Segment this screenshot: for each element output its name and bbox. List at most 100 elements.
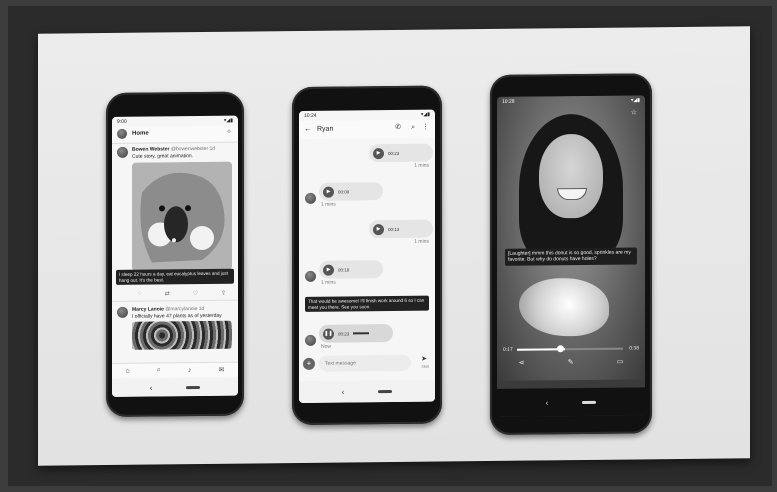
tweet-author: Marcy Lanoie @marcylanoie 1d	[132, 306, 204, 313]
koala-illustration[interactable]	[132, 161, 232, 271]
contact-avatar[interactable]	[305, 192, 316, 204]
search-tab-icon[interactable]: ⌕	[157, 366, 161, 374]
plants-photo[interactable]	[132, 320, 232, 350]
phone1-nav-bar: ‹	[112, 377, 238, 397]
tweet-avatar[interactable]	[117, 146, 128, 158]
phone1-screen: 9:00 ▾◢▮ Home ✧ Bowen Webster @bowenwebs…	[112, 115, 238, 397]
phone1-status-time: 9:00	[117, 118, 127, 125]
tweet-author-name: Marcy Lanoie	[132, 306, 164, 313]
send-icon[interactable]: ➤	[421, 356, 427, 363]
compose-bar: + Text message ➤ SMS	[303, 354, 431, 373]
phone2-status-time: 10:24	[304, 112, 317, 119]
message-meta: 1 mins	[321, 201, 336, 208]
delete-icon[interactable]: ▭	[617, 358, 624, 372]
phone3-signal-icon: ▾◢▮	[630, 97, 640, 104]
tweet-author-handle: @bowenwebster	[170, 145, 209, 153]
favorite-star-icon[interactable]: ☆	[631, 109, 637, 116]
phone2-signal-icon: ▾◢▮	[420, 111, 430, 118]
live-caption: [Laughter] mmm this donut is so good, sp…	[505, 247, 637, 266]
phone3-screen: 10:28 ▾◢▮ ☆ [Laughter] mmm this donut is…	[497, 95, 645, 417]
tweet-text: Cute story, great animation.	[132, 153, 194, 160]
back-icon[interactable]: ‹	[342, 387, 345, 396]
tweet-divider	[112, 299, 238, 302]
reply-icon[interactable]: ◌	[138, 291, 142, 298]
woman-face	[539, 133, 603, 219]
pause-icon[interactable]: ❚❚	[323, 328, 334, 340]
koala-drawing	[132, 161, 232, 271]
message-caption: That would be awesome! I'll finish work …	[305, 295, 429, 313]
tweet-author-name: Bowen Webster	[132, 146, 170, 153]
phone2-screen: 10:24 ▾◢▮ ← Ryan ✆ ⌕ ⋮ ▶ 00:23 1 mins ▶ …	[299, 109, 435, 403]
message-meta: 1 mins	[321, 279, 336, 286]
send-label: SMS	[421, 364, 429, 369]
like-icon[interactable]: ♡	[193, 290, 198, 297]
profile-avatar[interactable]	[117, 128, 127, 139]
edit-icon[interactable]: ✎	[568, 358, 574, 372]
message-meta: 1 mins	[414, 162, 429, 169]
message-meta: 1 mins	[414, 238, 429, 245]
share-icon[interactable]: ⋖	[519, 359, 525, 373]
contact-name: Ryan	[317, 125, 334, 133]
message-input-placeholder: Text message	[325, 360, 356, 367]
audio-duration: 00:23	[338, 330, 350, 337]
tweet-avatar[interactable]	[117, 306, 128, 318]
audio-duration: 00:08	[338, 188, 350, 195]
message-input[interactable]: Text message	[319, 354, 411, 372]
elapsed-time: 0:17	[503, 346, 513, 353]
messages-tab-icon[interactable]: ✉	[219, 366, 225, 374]
audio-message-playing[interactable]: ❚❚ 00:23	[319, 324, 393, 343]
phone2-nav-bar: ‹	[299, 379, 435, 403]
phone-messages: 10:24 ▾◢▮ ← Ryan ✆ ⌕ ⋮ ▶ 00:23 1 mins ▶ …	[292, 85, 442, 426]
play-icon[interactable]: ▶	[373, 223, 384, 235]
phone1-signal-icon: ▾◢▮	[223, 117, 233, 124]
tweet-actions: ◌ ⇄ ♡ ⇪	[138, 290, 226, 298]
tweet-caption: I sleep 22 hours a day, eat eucalyptus l…	[116, 268, 234, 286]
tweet-text: I officially have 47 plants as of yester…	[132, 312, 222, 320]
seek-handle[interactable]	[557, 345, 564, 353]
conversation-header: ← Ryan ✆ ⌕ ⋮	[299, 119, 435, 139]
presentation-slide: 9:00 ▾◢▮ Home ✧ Bowen Webster @bowenwebs…	[38, 26, 750, 466]
audio-duration: 00:19	[338, 266, 350, 273]
home-pill-icon[interactable]	[378, 389, 393, 393]
phone-call-icon[interactable]: ✆	[395, 124, 401, 131]
notifications-tab-icon[interactable]: ♪	[188, 367, 192, 374]
tweet-age: 1d	[198, 305, 205, 313]
play-icon[interactable]: ▶	[323, 186, 334, 198]
audio-message-outgoing[interactable]: ▶ 00:23	[369, 143, 433, 163]
tweet-author-handle: @marcylanoie	[165, 306, 198, 313]
audio-duration: 00:23	[388, 150, 400, 156]
contact-avatar[interactable]	[305, 334, 316, 346]
home-tab-icon[interactable]: ⌂	[126, 367, 130, 374]
add-attachment-icon[interactable]: +	[303, 357, 315, 370]
phone3-nav-bar: ‹	[497, 387, 645, 417]
contact-avatar[interactable]	[305, 270, 316, 282]
phone3-status-bar: 10:28 ▾◢▮	[497, 95, 645, 107]
audio-progress	[353, 332, 370, 335]
tweet-author: Bowen Webster @bowenwebster 1d	[132, 146, 215, 153]
phone-social-feed: 9:00 ▾◢▮ Home ✧ Bowen Webster @bowenwebs…	[106, 91, 244, 418]
back-icon[interactable]: ‹	[546, 398, 549, 407]
feed-tab-bar: ⌂ ⌕ ♪ ✉	[112, 361, 238, 378]
sparkle-icon[interactable]: ✧	[226, 129, 232, 136]
audio-message-incoming[interactable]: ▶ 00:19	[319, 260, 383, 279]
search-icon[interactable]: ⌕	[411, 124, 415, 131]
home-pill-icon[interactable]	[186, 385, 201, 389]
phone-video: 10:28 ▾◢▮ ☆ [Laughter] mmm this donut is…	[490, 73, 652, 435]
audio-duration: 00:13	[388, 226, 400, 232]
message-meta: Now	[321, 343, 332, 350]
play-icon[interactable]: ▶	[323, 264, 334, 276]
feed-title: Home	[132, 130, 149, 137]
more-options-icon[interactable]: ⋮	[422, 124, 429, 131]
audio-message-incoming[interactable]: ▶ 00:08	[319, 182, 383, 201]
share-icon[interactable]: ⇪	[221, 290, 226, 297]
back-arrow-icon[interactable]: ←	[304, 124, 312, 133]
back-icon[interactable]: ‹	[150, 383, 153, 392]
phone1-app-header: Home ✧	[112, 125, 238, 144]
audio-message-outgoing[interactable]: ▶ 00:13	[369, 219, 433, 239]
remaining-time: 0:38	[629, 345, 639, 352]
play-icon[interactable]: ▶	[373, 147, 384, 159]
tweet-age: 1d	[209, 145, 216, 152]
retweet-icon[interactable]: ⇄	[165, 290, 170, 297]
phone3-status-time: 10:28	[502, 98, 515, 105]
home-pill-icon[interactable]	[582, 400, 597, 404]
